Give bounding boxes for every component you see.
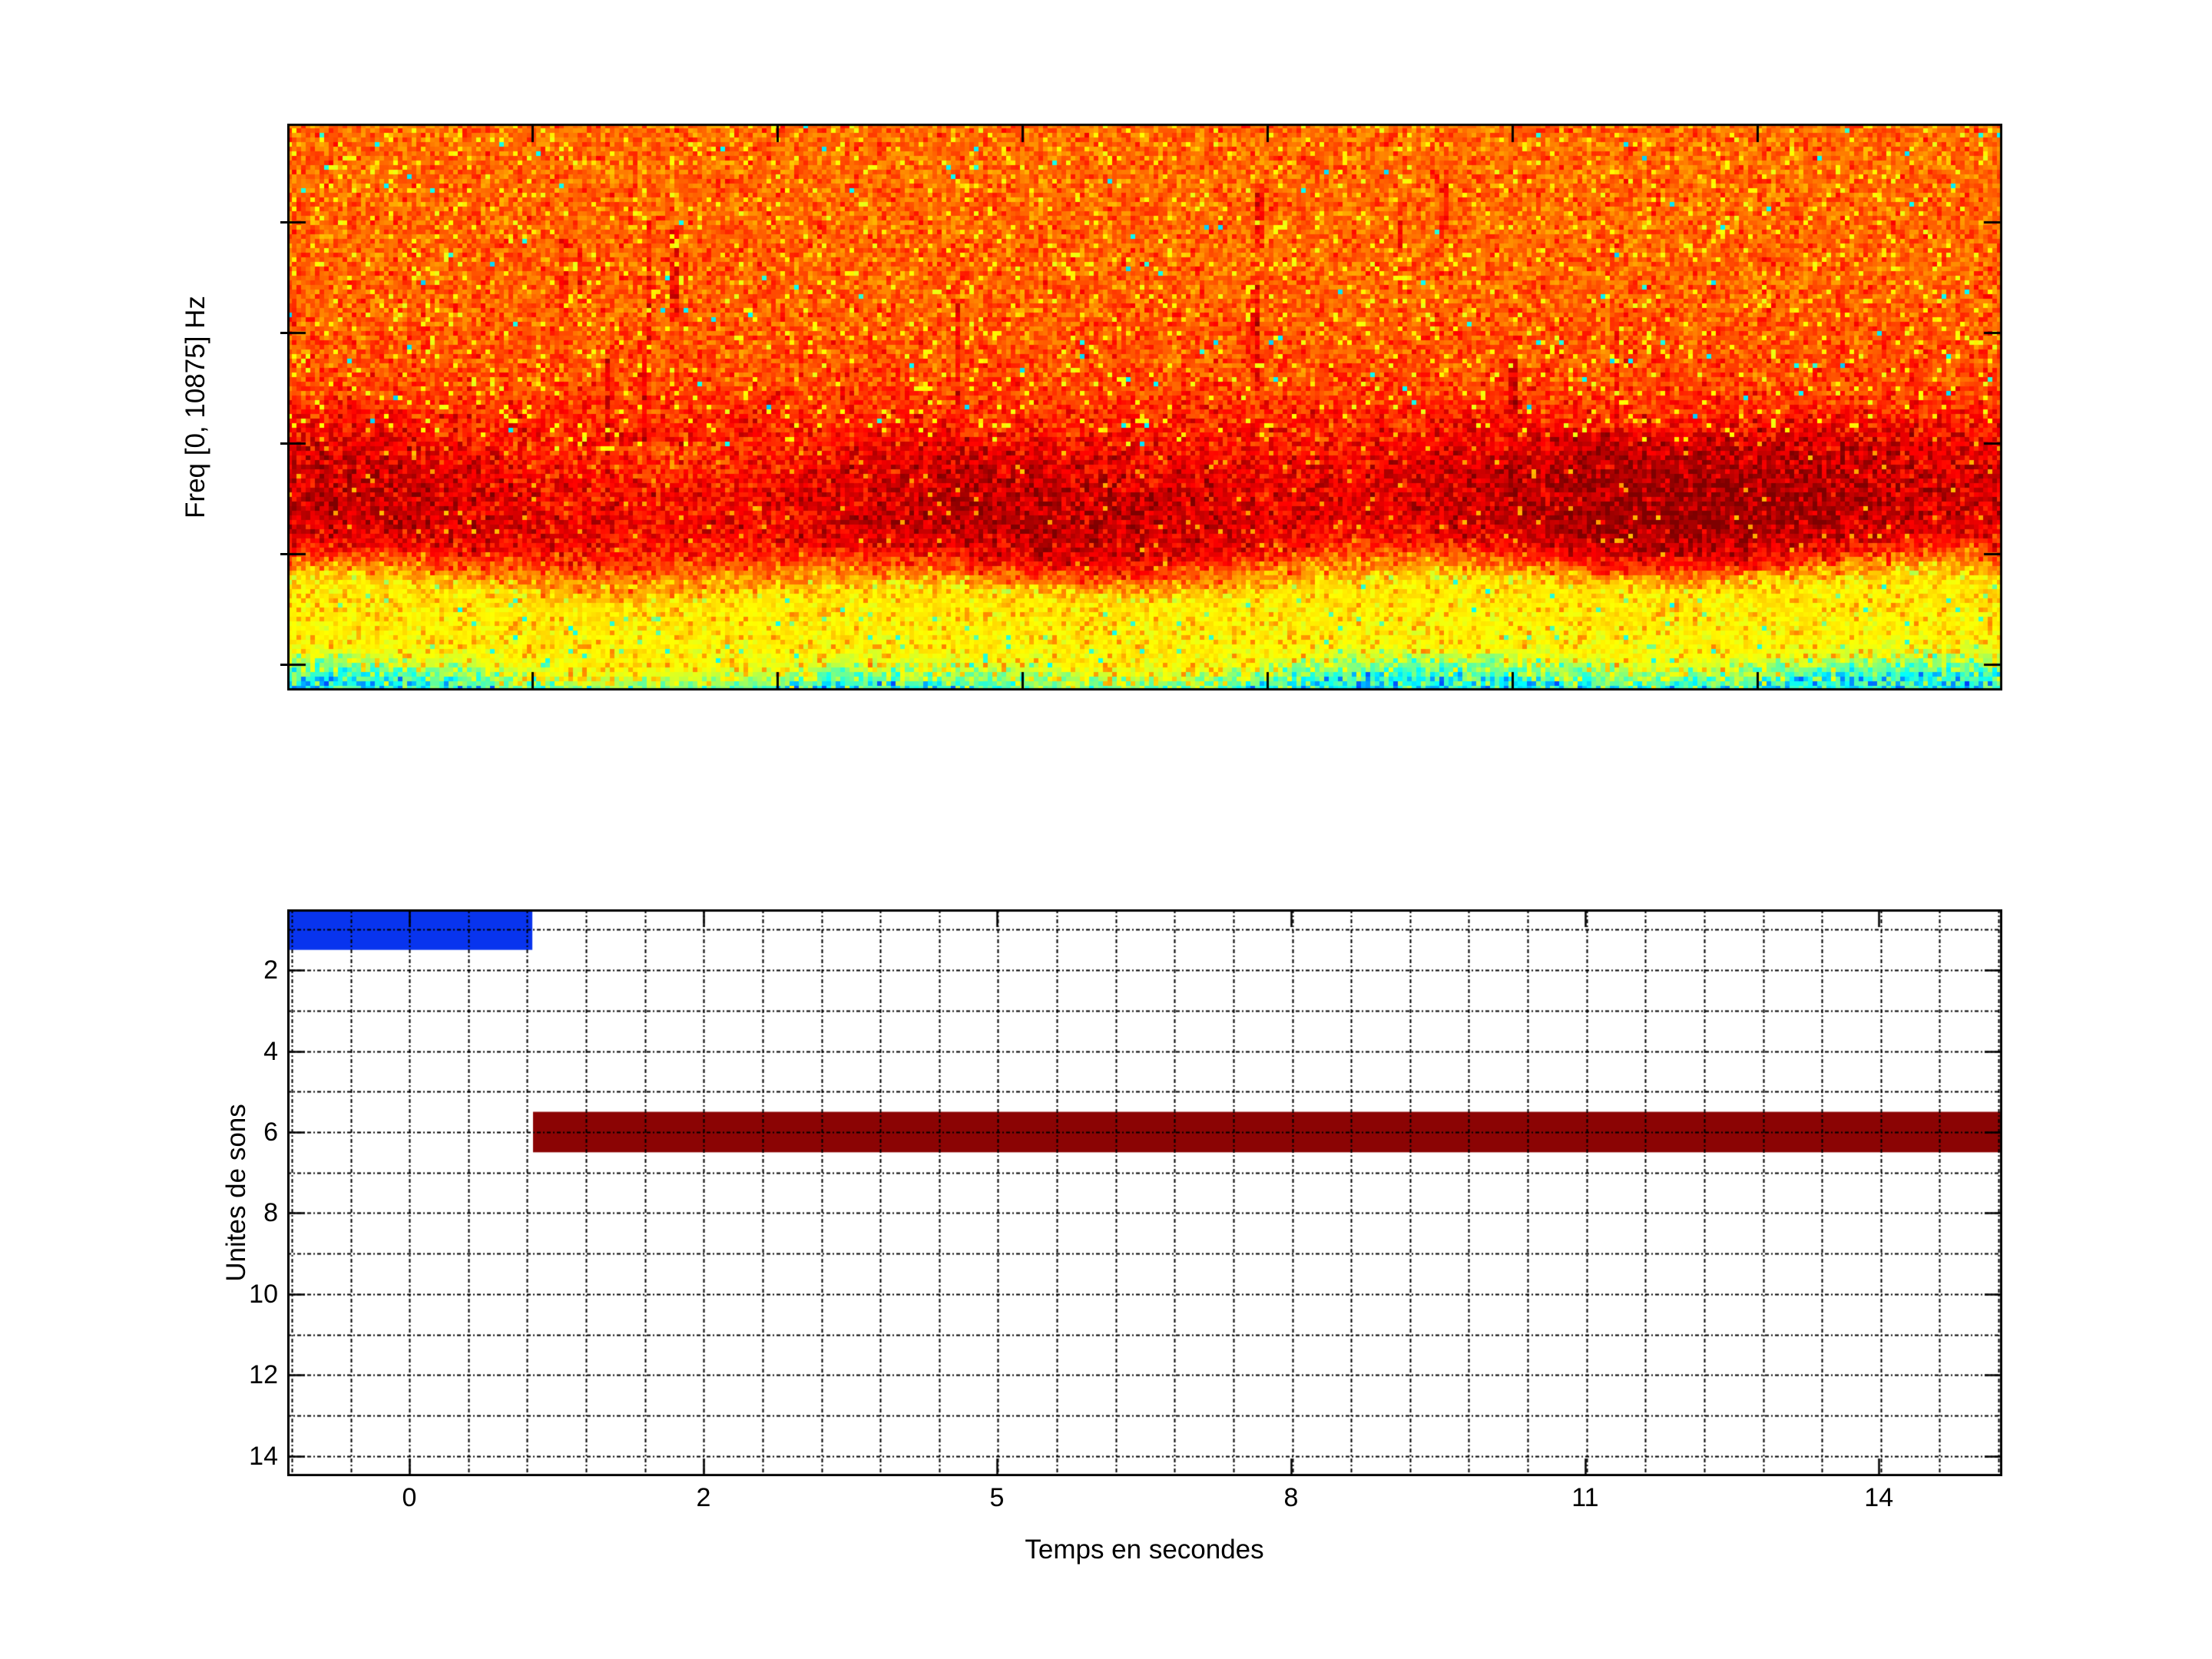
x-tick-label: 5 xyxy=(990,1482,1005,1513)
spectrogram-y-tick xyxy=(280,442,287,445)
spectrogram-y-axis-label: Freq [0, 10875] Hz xyxy=(180,296,211,518)
y-tick-label: 2 xyxy=(209,955,278,985)
y-tick-label: 4 xyxy=(209,1036,278,1067)
bars-x-axis-label: Temps en secondes xyxy=(1025,1535,1263,1565)
spectrogram-y-tick xyxy=(280,553,287,555)
spectrogram-plot xyxy=(287,124,2002,690)
x-tick-label: 2 xyxy=(696,1482,710,1513)
y-tick-label: 14 xyxy=(209,1441,278,1472)
spectrogram-y-tick xyxy=(280,221,287,224)
sound-units-plot xyxy=(287,909,2002,1476)
spectrogram-y-tick xyxy=(280,332,287,334)
y-tick-label: 10 xyxy=(209,1279,278,1310)
spectrogram-y-tick xyxy=(280,664,287,666)
x-tick-label: 8 xyxy=(1284,1482,1299,1513)
x-tick-label: 0 xyxy=(402,1482,417,1513)
y-tick-label: 8 xyxy=(209,1197,278,1228)
y-tick-label: 12 xyxy=(209,1359,278,1390)
x-tick-label: 11 xyxy=(1571,1482,1598,1513)
x-tick-label: 14 xyxy=(1864,1482,1893,1513)
matlab-figure: Freq [0, 10875] Hz Unites de sons Temps … xyxy=(0,0,2212,1659)
y-tick-label: 6 xyxy=(209,1117,278,1147)
